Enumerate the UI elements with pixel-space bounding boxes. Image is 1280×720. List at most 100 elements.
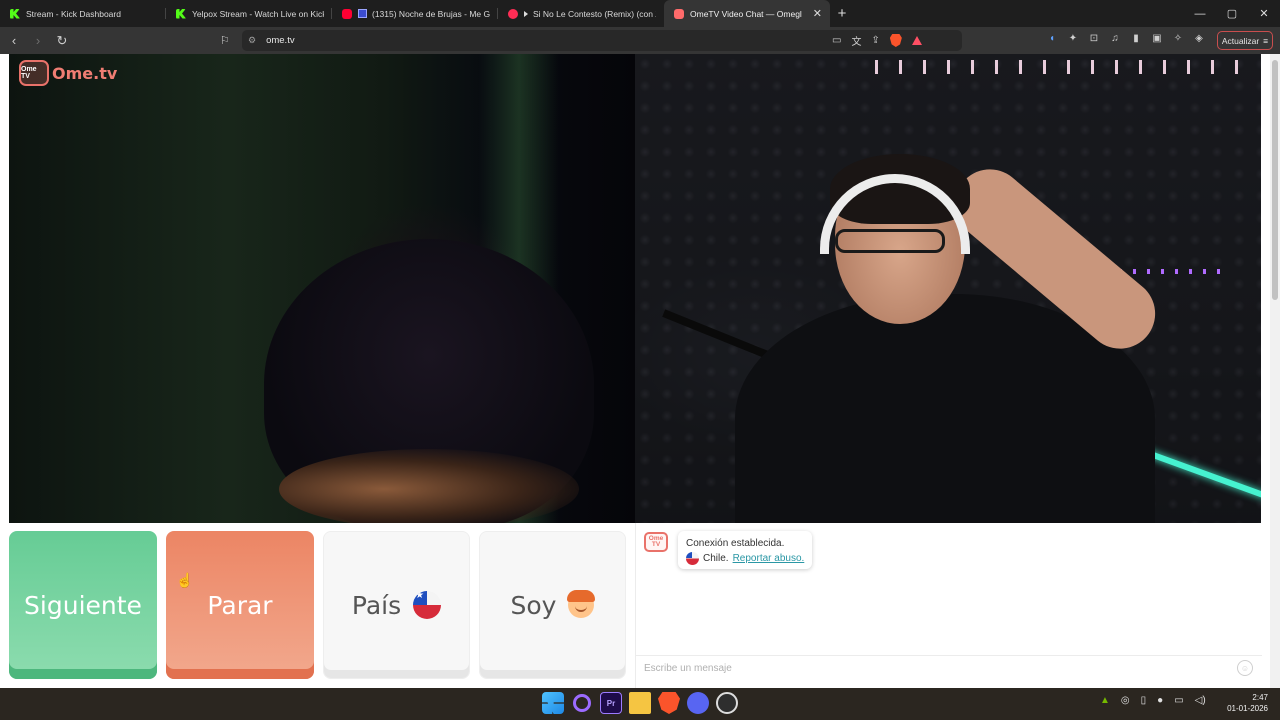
leo-ai-icon[interactable]: ✧	[1172, 33, 1184, 44]
boy-emoji-icon	[567, 590, 596, 618]
country-label: País	[351, 590, 402, 620]
tab-label: Yelpox Stream - Watch Live on Kick	[192, 8, 324, 19]
browser-tab-strip: Stream - Kick Dashboard Yelpox Stream - …	[0, 0, 1280, 27]
report-abuse-link[interactable]: Reportar abuso.	[733, 551, 805, 566]
picture-in-picture-icon	[358, 9, 367, 18]
windows-start-icon[interactable]	[542, 692, 564, 714]
country-selector[interactable]: País	[323, 531, 470, 679]
share-icon[interactable]: ⇪	[871, 35, 879, 46]
close-window-button[interactable]: ✕	[1248, 0, 1280, 27]
ometv-icon	[674, 8, 684, 19]
vpn-icon[interactable]: ◈	[1193, 33, 1205, 44]
screenshot-icon[interactable]: ⊡	[1088, 33, 1100, 44]
update-button[interactable]: Actualizar ≡	[1217, 31, 1273, 50]
wallet-icon[interactable]: ▣	[1151, 33, 1163, 44]
volume-icon[interactable]: ◁)	[1195, 695, 1206, 706]
clock-time: 2:47	[1252, 693, 1268, 702]
ometv-logo[interactable]: Ome TV Ome.tv	[19, 60, 117, 86]
youtube-icon	[342, 8, 352, 19]
chile-flag-icon	[686, 552, 699, 565]
chat-controls: Siguiente Parar País Soy	[9, 531, 629, 681]
self-video	[635, 54, 1261, 523]
new-tab-button[interactable]: +	[830, 0, 854, 27]
scrollbar-thumb[interactable]	[1272, 60, 1278, 300]
site-settings-icon[interactable]: ⚙	[248, 35, 256, 46]
forward-icon[interactable]: ›	[28, 31, 48, 51]
country-row: Chile. Reportar abuso.	[686, 551, 804, 566]
tab-kick-dashboard[interactable]: Stream - Kick Dashboard	[0, 0, 166, 27]
sidebar-icon[interactable]: ▮	[1130, 33, 1142, 44]
tab-label: Si No Le Contesto (Remix) (con Z	[533, 8, 656, 19]
tab-ometv[interactable]: OmeTV Video Chat — Omegl ✕	[664, 0, 830, 27]
taskbar-clock[interactable]: 2:47 01-01-2026	[1222, 692, 1268, 714]
tab-si-no-le-contesto[interactable]: Si No Le Contesto (Remix) (con Z	[498, 0, 664, 27]
url-text: ome.tv	[266, 35, 295, 46]
chat-panel: Ome TV Conexión establecida. Chile. Repo…	[635, 523, 1262, 688]
kick-icon	[10, 8, 20, 19]
brave-icon[interactable]	[658, 692, 680, 714]
bookmark-icon[interactable]: ⚐	[220, 34, 234, 47]
tab-yelpox-stream[interactable]: Yelpox Stream - Watch Live on Kick	[166, 0, 332, 27]
message-input[interactable]: Escribe un mensaje	[636, 655, 1262, 681]
reload-icon[interactable]: ↻	[52, 31, 72, 51]
brave-rewards-icon[interactable]	[911, 36, 922, 45]
brave-shields-icon[interactable]	[889, 34, 902, 47]
ometv-page: Ome TV Ome.tv Siguiente Parar País Soy	[0, 54, 1280, 688]
nvidia-icon[interactable]: ▲	[1100, 695, 1110, 706]
led-strip-top	[875, 60, 1245, 74]
maximize-button[interactable]: ▢	[1216, 0, 1248, 27]
record-icon	[508, 8, 518, 19]
system-message: Conexión establecida. Chile. Reportar ab…	[678, 531, 813, 569]
stop-label: Parar	[207, 590, 273, 620]
stranger-video: Ome TV Ome.tv	[9, 54, 635, 523]
mouse-cursor: ☝	[176, 572, 194, 588]
tab-label: (1315) Noche de Brujas - Me Gus	[372, 8, 490, 19]
tv-logo-icon: Ome TV	[19, 60, 49, 86]
chile-flag-icon	[413, 591, 442, 619]
music-icon[interactable]: ♫	[1109, 33, 1121, 44]
obs-icon[interactable]	[716, 692, 738, 714]
partner-country: Chile.	[703, 553, 729, 564]
clock-date: 01-01-2026	[1227, 704, 1268, 713]
address-bar-icons: ▭ 文 ⇪	[832, 33, 922, 48]
tab-noche-de-brujas[interactable]: (1315) Noche de Brujas - Me Gus	[332, 0, 498, 27]
speaker-icon[interactable]	[524, 10, 528, 17]
tab-label: Stream - Kick Dashboard	[26, 8, 121, 19]
update-label: Actualizar	[1221, 35, 1260, 46]
display-icon[interactable]: ▭	[1174, 695, 1183, 706]
stop-button[interactable]: Parar	[166, 531, 314, 679]
window-controls: — ▢ ✕	[1184, 0, 1280, 27]
premiere-icon[interactable]: Pr	[600, 692, 622, 714]
tab-label: OmeTV Video Chat — Omegl	[690, 8, 802, 19]
page-scrollbar[interactable]	[1270, 54, 1280, 688]
emoji-icon[interactable]: ☺	[1237, 660, 1253, 676]
logo-text: Ome.tv	[52, 63, 118, 83]
file-explorer-icon[interactable]	[629, 692, 651, 714]
ometv-avatar-icon: Ome TV	[644, 532, 668, 552]
stranger-face-shape	[279, 449, 579, 523]
taskbar-apps: Pr	[542, 692, 738, 714]
discord-icon[interactable]	[687, 692, 709, 714]
windows-taskbar: Pr ▲ ◎ ▯ ● ▭ ◁) 2:47 01-01-2026	[0, 688, 1280, 720]
connection-status: Conexión establecida.	[686, 538, 785, 549]
back-icon[interactable]: ‹	[4, 31, 24, 51]
iam-label: Soy	[510, 590, 557, 620]
cast-icon[interactable]: ▭	[832, 35, 841, 46]
next-label: Siguiente	[24, 590, 142, 620]
next-button[interactable]: Siguiente	[9, 531, 157, 679]
audio-playing-icon[interactable]: ◖	[1046, 33, 1058, 44]
close-tab-icon[interactable]: ✕	[813, 7, 822, 20]
circle-app-icon[interactable]	[573, 694, 591, 712]
translate-icon[interactable]: 文	[851, 33, 861, 48]
usb-icon[interactable]: ▯	[1141, 695, 1147, 706]
system-tray: ▲ ◎ ▯ ● ▭ ◁)	[1100, 695, 1206, 706]
menu-icon: ≡	[1263, 35, 1269, 46]
extension-icons: ◖ ✦ ⊡ ♫ ▮ ▣ ✧ ◈	[1046, 33, 1205, 44]
browser-toolbar: ‹ › ↻ ⚐ ⚙ ome.tv ▭ 文 ⇪ ◖ ✦ ⊡ ♫ ▮ ▣ ✧ ◈ A…	[0, 27, 1280, 54]
microphone-icon[interactable]: ●	[1157, 695, 1163, 706]
minimize-button[interactable]: —	[1184, 0, 1216, 27]
kick-icon	[176, 8, 186, 19]
gender-selector[interactable]: Soy	[479, 531, 626, 679]
extensions-icon[interactable]: ✦	[1067, 33, 1079, 44]
obs-tray-icon[interactable]: ◎	[1121, 695, 1130, 706]
